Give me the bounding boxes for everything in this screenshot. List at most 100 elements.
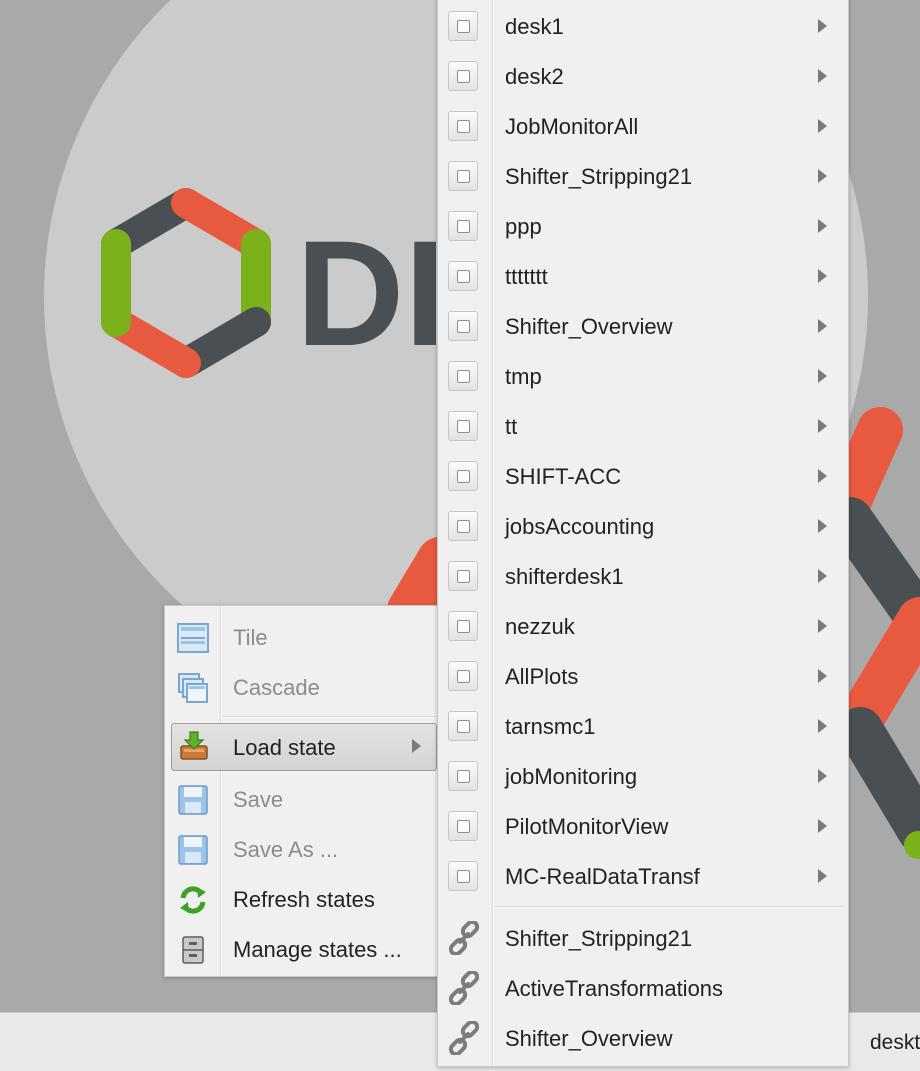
state-label: tmp bbox=[505, 364, 542, 389]
cascade-icon bbox=[178, 673, 208, 703]
submenu-arrow-icon bbox=[818, 269, 827, 283]
svg-text:DI: DI bbox=[296, 209, 446, 377]
state-item[interactable]: MC-RealDataTransf bbox=[438, 851, 848, 901]
state-label: MC-RealDataTransf bbox=[505, 864, 700, 889]
state-item[interactable]: tt bbox=[438, 401, 848, 451]
link-label: Shifter_Overview bbox=[505, 1026, 673, 1051]
state-item[interactable]: PilotMonitorView bbox=[438, 801, 848, 851]
chain-link-icon bbox=[448, 921, 480, 955]
submenu-arrow-icon bbox=[818, 469, 827, 483]
state-label: jobsAccounting bbox=[505, 514, 655, 539]
state-label: nezzuk bbox=[505, 614, 575, 639]
link-item[interactable]: ActiveTransformations bbox=[438, 963, 848, 1013]
state-label: SHIFT-ACC bbox=[505, 464, 622, 489]
state-label: desk2 bbox=[505, 64, 564, 89]
state-checkbox[interactable] bbox=[448, 111, 478, 141]
menu-item-label: Save As ... bbox=[233, 837, 339, 862]
state-item[interactable]: ttttttt bbox=[438, 251, 848, 301]
state-label: desk1 bbox=[505, 14, 564, 39]
submenu-arrow-icon bbox=[818, 319, 827, 333]
state-checkbox[interactable] bbox=[448, 411, 478, 441]
submenu-arrow-icon bbox=[412, 739, 421, 753]
chain-link-icon bbox=[448, 1021, 480, 1055]
tile-icon bbox=[177, 623, 209, 653]
state-item[interactable]: tarnsmc1 bbox=[438, 701, 848, 751]
menu-item-label: Tile bbox=[233, 625, 268, 650]
state-checkbox[interactable] bbox=[448, 461, 478, 491]
file-cabinet-icon bbox=[182, 936, 204, 964]
state-checkbox[interactable] bbox=[448, 561, 478, 591]
menu-separator bbox=[223, 716, 437, 718]
state-item[interactable]: SHIFT-ACC bbox=[438, 451, 848, 501]
submenu-arrow-icon bbox=[818, 869, 827, 883]
floppy-disk-icon bbox=[178, 835, 208, 865]
submenu-arrow-icon bbox=[818, 769, 827, 783]
state-checkbox[interactable] bbox=[448, 11, 478, 41]
state-item[interactable]: Shifter_Stripping21 bbox=[438, 151, 848, 201]
state-label: jobMonitoring bbox=[505, 764, 638, 789]
submenu-arrow-icon bbox=[818, 69, 827, 83]
state-checkbox[interactable] bbox=[448, 811, 478, 841]
state-checkbox[interactable] bbox=[448, 161, 478, 191]
state-checkbox[interactable] bbox=[448, 611, 478, 641]
chain-link-icon bbox=[448, 971, 480, 1005]
menu-item-save[interactable]: Save bbox=[165, 774, 441, 824]
menu-item-load-state[interactable]: Load state bbox=[171, 723, 437, 771]
state-item[interactable]: AllPlots bbox=[438, 651, 848, 701]
state-item[interactable]: jobMonitoring bbox=[438, 751, 848, 801]
floppy-disk-icon bbox=[178, 785, 208, 815]
menu-item-cascade[interactable]: Cascade bbox=[165, 662, 441, 712]
menu-item-save-as[interactable]: Save As ... bbox=[165, 824, 441, 874]
state-checkbox[interactable] bbox=[448, 861, 478, 891]
menu-item-tile[interactable]: Tile bbox=[165, 612, 441, 662]
state-checkbox[interactable] bbox=[448, 61, 478, 91]
submenu-arrow-icon bbox=[818, 519, 827, 533]
submenu-arrow-icon bbox=[818, 569, 827, 583]
menu-separator bbox=[495, 906, 844, 908]
state-checkbox[interactable] bbox=[448, 311, 478, 341]
state-label: tt bbox=[505, 414, 518, 439]
state-checkbox[interactable] bbox=[448, 211, 478, 241]
state-item[interactable]: JobMonitorAll bbox=[438, 101, 848, 151]
submenu-arrow-icon bbox=[818, 369, 827, 383]
submenu-arrow-icon bbox=[818, 419, 827, 433]
submenu-arrow-icon bbox=[818, 719, 827, 733]
state-item[interactable]: desk1 bbox=[438, 1, 848, 51]
state-label: ttttttt bbox=[505, 264, 548, 289]
link-label: Shifter_Stripping21 bbox=[505, 926, 693, 951]
refresh-icon bbox=[180, 886, 206, 914]
state-label: tarnsmc1 bbox=[505, 714, 596, 739]
state-checkbox[interactable] bbox=[448, 511, 478, 541]
state-item[interactable]: shifterdesk1 bbox=[438, 551, 848, 601]
state-label: PilotMonitorView bbox=[505, 814, 669, 839]
state-label: AllPlots bbox=[505, 664, 579, 689]
submenu-arrow-icon bbox=[818, 19, 827, 33]
menu-item-label: Refresh states bbox=[233, 887, 375, 912]
load-state-icon bbox=[180, 731, 208, 760]
state-checkbox[interactable] bbox=[448, 711, 478, 741]
state-item[interactable]: nezzuk bbox=[438, 601, 848, 651]
state-item[interactable]: ppp bbox=[438, 201, 848, 251]
state-checkbox[interactable] bbox=[448, 361, 478, 391]
state-checkbox[interactable] bbox=[448, 661, 478, 691]
state-item[interactable]: tmp bbox=[438, 351, 848, 401]
menu-item-manage-states[interactable]: Manage states ... bbox=[165, 924, 441, 974]
desktop-context-menu: Tile Cascade Load state Save Save As ...… bbox=[164, 605, 442, 977]
state-label: JobMonitorAll bbox=[505, 114, 639, 139]
state-label: Shifter_Overview bbox=[505, 314, 673, 339]
link-item[interactable]: Shifter_Stripping21 bbox=[438, 913, 848, 963]
menu-item-refresh-states[interactable]: Refresh states bbox=[165, 874, 441, 924]
state-item[interactable]: Shifter_Overview bbox=[438, 301, 848, 351]
load-state-submenu: desk1 desk2 JobMonitorAll Shifter_Stripp… bbox=[437, 0, 849, 1067]
link-item[interactable]: Shifter_Overview bbox=[438, 1013, 848, 1063]
menu-item-label: Manage states ... bbox=[233, 937, 402, 962]
state-item[interactable]: jobsAccounting bbox=[438, 501, 848, 551]
state-label: Shifter_Stripping21 bbox=[505, 164, 693, 189]
state-checkbox[interactable] bbox=[448, 261, 478, 291]
submenu-arrow-icon bbox=[818, 619, 827, 633]
state-item[interactable]: desk2 bbox=[438, 51, 848, 101]
link-label: ActiveTransformations bbox=[505, 976, 724, 1001]
state-checkbox[interactable] bbox=[448, 761, 478, 791]
submenu-arrow-icon bbox=[818, 119, 827, 133]
taskbar-desktop-item[interactable]: desktop bbox=[870, 1031, 920, 1055]
